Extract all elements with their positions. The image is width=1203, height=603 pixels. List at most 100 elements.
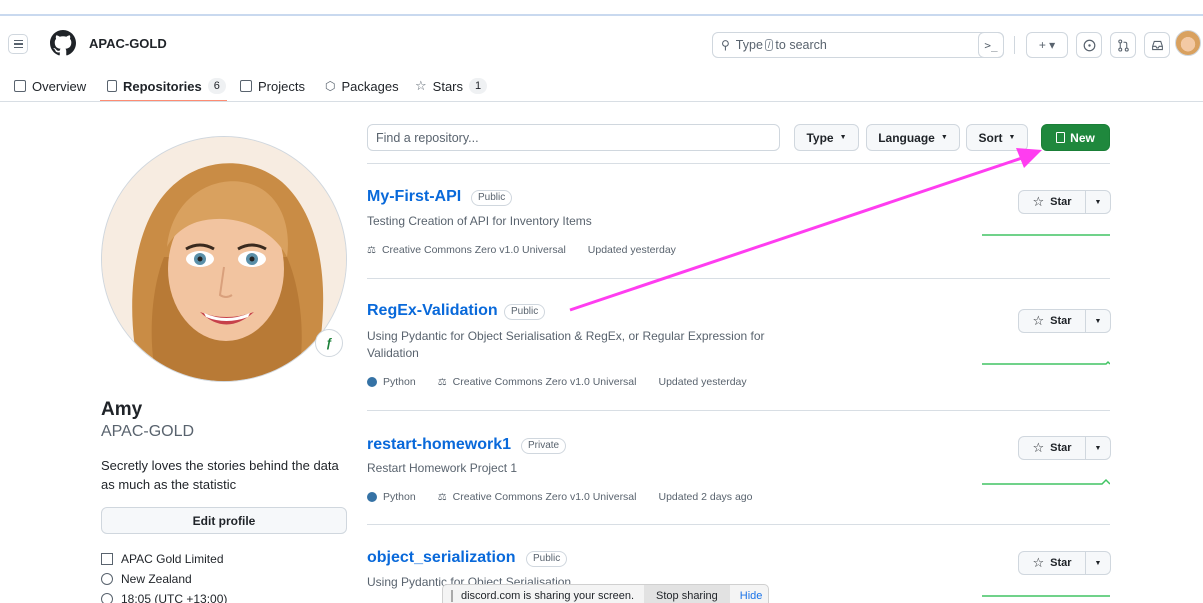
list-divider	[367, 278, 1110, 279]
repo-name-link[interactable]: restart-homework1	[367, 436, 511, 454]
list-divider	[367, 163, 1110, 164]
law-icon: ⚖	[437, 491, 447, 503]
profile-localtime: 18:05 (UTC +13:00)	[101, 592, 227, 603]
star-button[interactable]: ☆ Star	[1018, 309, 1086, 333]
localtime-text: 18:05 (UTC +13:00)	[121, 592, 228, 603]
repo-name-link[interactable]: RegEx-Validation	[367, 302, 498, 320]
tab-label: Packages	[341, 78, 399, 94]
location-icon	[101, 573, 113, 585]
stop-sharing-button[interactable]: Stop sharing	[644, 585, 730, 603]
profile-company: APAC Gold Limited	[101, 552, 224, 566]
star-button[interactable]: ☆ Star	[1018, 190, 1086, 214]
tab-repositories[interactable]: Repositories 6	[107, 76, 226, 96]
tab-label: Stars	[432, 78, 463, 94]
sort-filter-label: Sort	[978, 130, 1003, 145]
repositories-count: 6	[207, 78, 226, 94]
location-text: New Zealand	[121, 572, 192, 586]
tab-label: Repositories	[123, 78, 202, 94]
type-filter-button[interactable]: Type ▼	[794, 124, 859, 151]
activity-sparkline	[982, 360, 1110, 365]
repo-license: Creative Commons Zero v1.0 Universal	[452, 491, 637, 503]
chevron-down-icon[interactable]: ▼	[1086, 551, 1111, 575]
star-icon: ☆	[1032, 440, 1045, 455]
star-icon: ☆	[415, 78, 427, 93]
company-text: APAC Gold Limited	[121, 552, 224, 566]
language-filter-button[interactable]: Language ▼	[866, 124, 960, 151]
repo-meta: Python ⚖ Creative Commons Zero v1.0 Univ…	[367, 376, 747, 388]
table-icon	[240, 80, 252, 92]
repo-meta: Python ⚖ Creative Commons Zero v1.0 Univ…	[367, 491, 752, 503]
tab-stars[interactable]: ☆ Stars 1	[415, 76, 488, 96]
chevron-down-icon[interactable]: ▼	[1086, 190, 1111, 214]
star-button[interactable]: ☆ Star	[1018, 436, 1086, 460]
star-label: Star	[1050, 442, 1072, 454]
search-input[interactable]: ⚲ Type / to search	[712, 32, 1004, 58]
star-icon: ☆	[1032, 555, 1045, 570]
activity-sparkline	[982, 595, 1110, 597]
repo-license: Creative Commons Zero v1.0 Universal	[381, 244, 566, 256]
repo-name-link[interactable]: object_serialization	[367, 549, 516, 567]
new-repository-button[interactable]: New	[1041, 124, 1110, 151]
repo-language: Python	[383, 376, 416, 388]
repo-updated: Updated 2 days ago	[658, 491, 753, 503]
search-placeholder-post: to search	[775, 38, 827, 52]
visibility-badge: Public	[471, 190, 513, 206]
hamburger-icon[interactable]	[8, 34, 28, 54]
python-language-dot	[367, 492, 377, 502]
law-icon: ⚖	[367, 244, 376, 256]
repo-meta: ⚖ Creative Commons Zero v1.0 Universal U…	[367, 244, 676, 256]
header-divider	[1014, 36, 1015, 54]
inbox-icon[interactable]	[1144, 32, 1170, 58]
repo-license: Creative Commons Zero v1.0 Universal	[452, 376, 637, 388]
repo-name-link[interactable]: My-First-API	[367, 188, 461, 206]
screen-share-bar: discord.com is sharing your screen. Stop…	[442, 584, 769, 603]
building-icon	[101, 553, 113, 565]
github-logo-icon[interactable]	[50, 30, 76, 56]
share-message: discord.com is sharing your screen.	[461, 590, 635, 602]
star-icon: ☆	[1032, 313, 1045, 328]
star-button[interactable]: ☆ Star	[1018, 551, 1086, 575]
repo-language: Python	[383, 491, 416, 503]
terminal-icon[interactable]: >_	[978, 32, 1004, 58]
user-avatar[interactable]	[1175, 30, 1201, 56]
issues-icon[interactable]	[1076, 32, 1102, 58]
repo-updated: Updated yesterday	[587, 244, 676, 256]
profile-bio: Secretly loves the stories behind the da…	[101, 458, 339, 492]
org-name[interactable]: APAC-GOLD	[89, 36, 167, 51]
python-language-dot	[367, 377, 377, 387]
pull-requests-icon[interactable]	[1110, 32, 1136, 58]
package-icon: ⬡	[325, 79, 336, 93]
chevron-down-icon[interactable]: ▼	[1086, 309, 1111, 333]
chevron-down-icon: ▼	[839, 134, 847, 141]
status-emoji-icon[interactable]: ƒ	[315, 329, 343, 357]
plus-icon[interactable]: + ▾	[1026, 32, 1068, 58]
new-button-label: New	[1070, 130, 1095, 145]
find-repository-input[interactable]	[367, 124, 780, 151]
repo-description: Testing Creation of API for Inventory It…	[367, 214, 592, 228]
search-placeholder-pre: Type	[735, 38, 763, 52]
drag-handle-icon[interactable]	[451, 590, 453, 602]
star-button-group: ☆ Star ▼	[1018, 309, 1111, 333]
repo-icon	[107, 80, 117, 92]
star-button-group: ☆ Star ▼	[1018, 436, 1111, 460]
profile-login: APAC-GOLD	[101, 423, 195, 440]
chevron-down-icon: ▼	[1008, 134, 1016, 141]
hide-share-bar-link[interactable]: Hide	[740, 590, 763, 602]
profile-nav: Overview Repositories 6 Projects ⬡ Packa…	[0, 72, 1203, 102]
edit-profile-button[interactable]: Edit profile	[101, 507, 347, 534]
star-button-group: ☆ Star ▼	[1018, 551, 1111, 575]
profile-avatar[interactable]	[101, 136, 347, 382]
tab-packages[interactable]: ⬡ Packages	[325, 76, 399, 96]
tab-projects[interactable]: Projects	[240, 76, 305, 96]
law-icon: ⚖	[437, 376, 447, 388]
language-filter-label: Language	[878, 130, 935, 145]
chevron-down-icon: ▼	[940, 134, 948, 141]
chevron-down-icon[interactable]: ▼	[1086, 436, 1111, 460]
repo-description: Restart Homework Project 1	[367, 461, 518, 475]
book-icon	[14, 80, 26, 92]
visibility-badge: Public	[526, 551, 568, 567]
search-icon: ⚲	[721, 38, 730, 52]
sort-filter-button[interactable]: Sort ▼	[966, 124, 1028, 151]
tab-overview[interactable]: Overview	[14, 76, 86, 96]
search-shortcut-key: /	[764, 39, 774, 51]
